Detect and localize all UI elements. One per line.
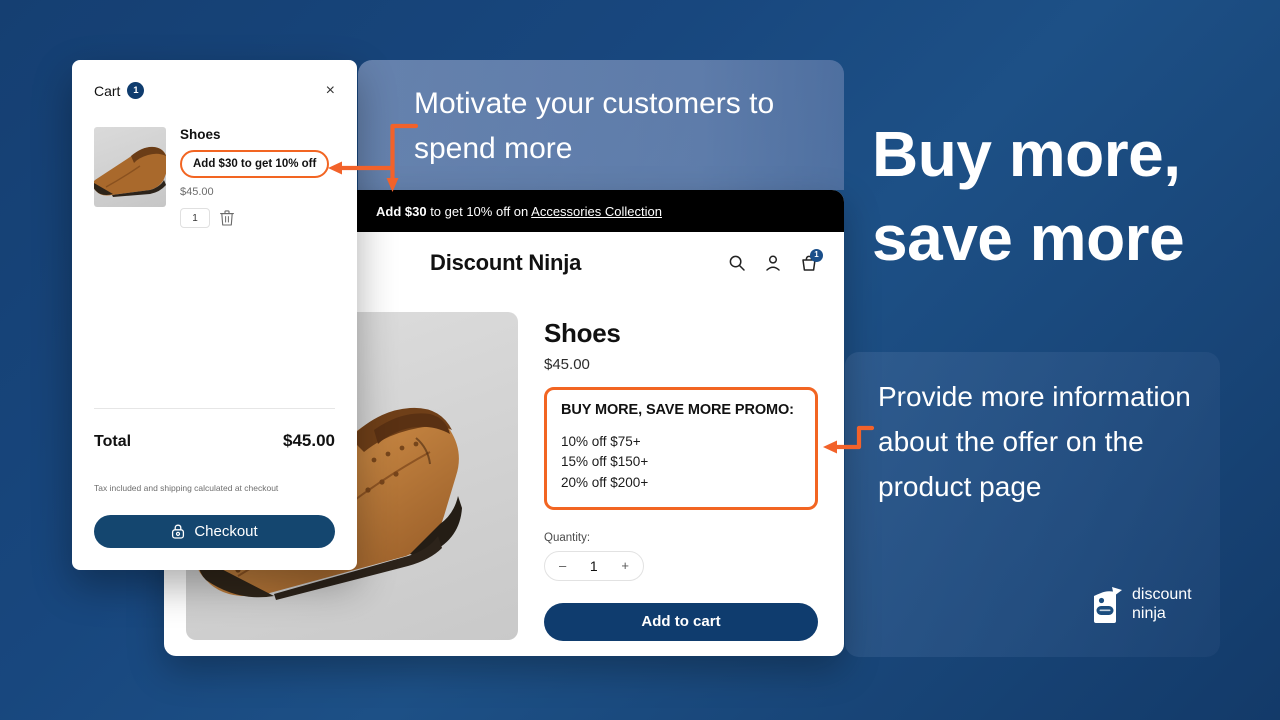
product-title: Shoes <box>544 318 621 348</box>
checkout-button[interactable]: Checkout <box>94 515 335 548</box>
cart-total-label: Total <box>94 433 132 450</box>
shoe-thumbnail-illustration <box>94 146 166 197</box>
ninja-tag-icon <box>1094 586 1122 623</box>
logo-wordmark: discount ninja <box>1132 586 1192 624</box>
headline-line-2: save more <box>872 202 1185 275</box>
cart-count-badge: 1 <box>810 248 823 262</box>
cart-item-controls: 1 <box>180 208 329 228</box>
promo-tier: 15% off $150+ <box>561 454 649 470</box>
announcement-collection-link[interactable]: Accessories Collection <box>531 204 662 219</box>
lock-icon <box>172 524 185 539</box>
account-icon[interactable] <box>764 254 782 272</box>
logo-line-1: discount <box>1132 586 1192 603</box>
page-title: Buy more, save more <box>872 112 1272 281</box>
cart-drawer: Cart 1 × Shoes Add $30 to get 10% off $4… <box>72 60 357 570</box>
search-icon[interactable] <box>728 254 746 272</box>
logo-line-2: ninja <box>1132 604 1166 622</box>
promo-graphic: Motivate your customers to spend more Bu… <box>0 0 1280 720</box>
cart-tax-note: Tax included and shipping calculated at … <box>94 483 279 493</box>
cart-total-value: $45.00 <box>283 431 335 450</box>
cart-header: Cart 1 × <box>94 82 335 99</box>
cart-title: Cart <box>94 82 121 99</box>
cart-item-offer-badge: Add $30 to get 10% off <box>180 150 330 178</box>
cart-divider <box>94 408 335 409</box>
cart-item-count-badge: 1 <box>127 82 145 99</box>
cart-line-item: Shoes Add $30 to get 10% off $45.00 1 <box>94 127 335 228</box>
cart-item-price: $45.00 <box>180 186 214 198</box>
promo-title: BUY MORE, SAVE MORE PROMO: <box>561 402 794 418</box>
promo-box: BUY MORE, SAVE MORE PROMO: 10% off $75+ … <box>544 387 818 510</box>
announcement-amount: Add $30 <box>376 203 427 219</box>
brand-logo: discount ninja <box>1090 586 1192 624</box>
cart-spacer <box>94 228 335 408</box>
promo-tier-list: 10% off $75+ 15% off $150+ 20% off $200+ <box>561 432 801 493</box>
product-price: $45.00 <box>544 356 590 373</box>
cart-title-group: Cart 1 <box>94 82 145 99</box>
quantity-stepper[interactable]: – 1 + <box>544 550 644 581</box>
header-icon-group: 1 <box>728 248 823 272</box>
cart-icon[interactable]: 1 <box>800 248 823 272</box>
quantity-label: Quantity: <box>544 531 591 544</box>
caption-top: Motivate your customers to spend more <box>414 87 775 165</box>
product-info: Shoes $45.00 BUY MORE, SAVE MORE PROMO: … <box>544 312 822 641</box>
store-name: Discount Ninja <box>430 249 582 275</box>
cart-item-thumbnail <box>94 127 166 207</box>
quantity-value: 1 <box>589 557 598 574</box>
announcement-middle: to get 10% off on <box>426 203 532 219</box>
quantity-increment-button[interactable]: + <box>621 558 629 573</box>
promo-tier: 20% off $200+ <box>561 474 649 490</box>
cart-total-row: Total $45.00 <box>94 431 335 451</box>
cart-item-name: Shoes <box>180 127 221 142</box>
cart-item-details: Shoes Add $30 to get 10% off $45.00 1 <box>180 127 330 228</box>
headline-line-1: Buy more, <box>872 118 1181 190</box>
checkout-label: Checkout <box>194 523 258 540</box>
announcement-text: Add $30 to get 10% off on Accessories Co… <box>376 204 662 219</box>
close-icon[interactable]: × <box>326 82 335 99</box>
quantity-decrement-button[interactable]: – <box>559 558 566 573</box>
add-to-cart-button[interactable]: Add to cart <box>544 602 818 641</box>
trash-icon[interactable] <box>220 210 234 226</box>
caption-right: Provide more information about the offer… <box>878 381 1191 502</box>
cart-item-quantity-input[interactable]: 1 <box>180 208 210 228</box>
promo-tier: 10% off $75+ <box>561 434 641 449</box>
